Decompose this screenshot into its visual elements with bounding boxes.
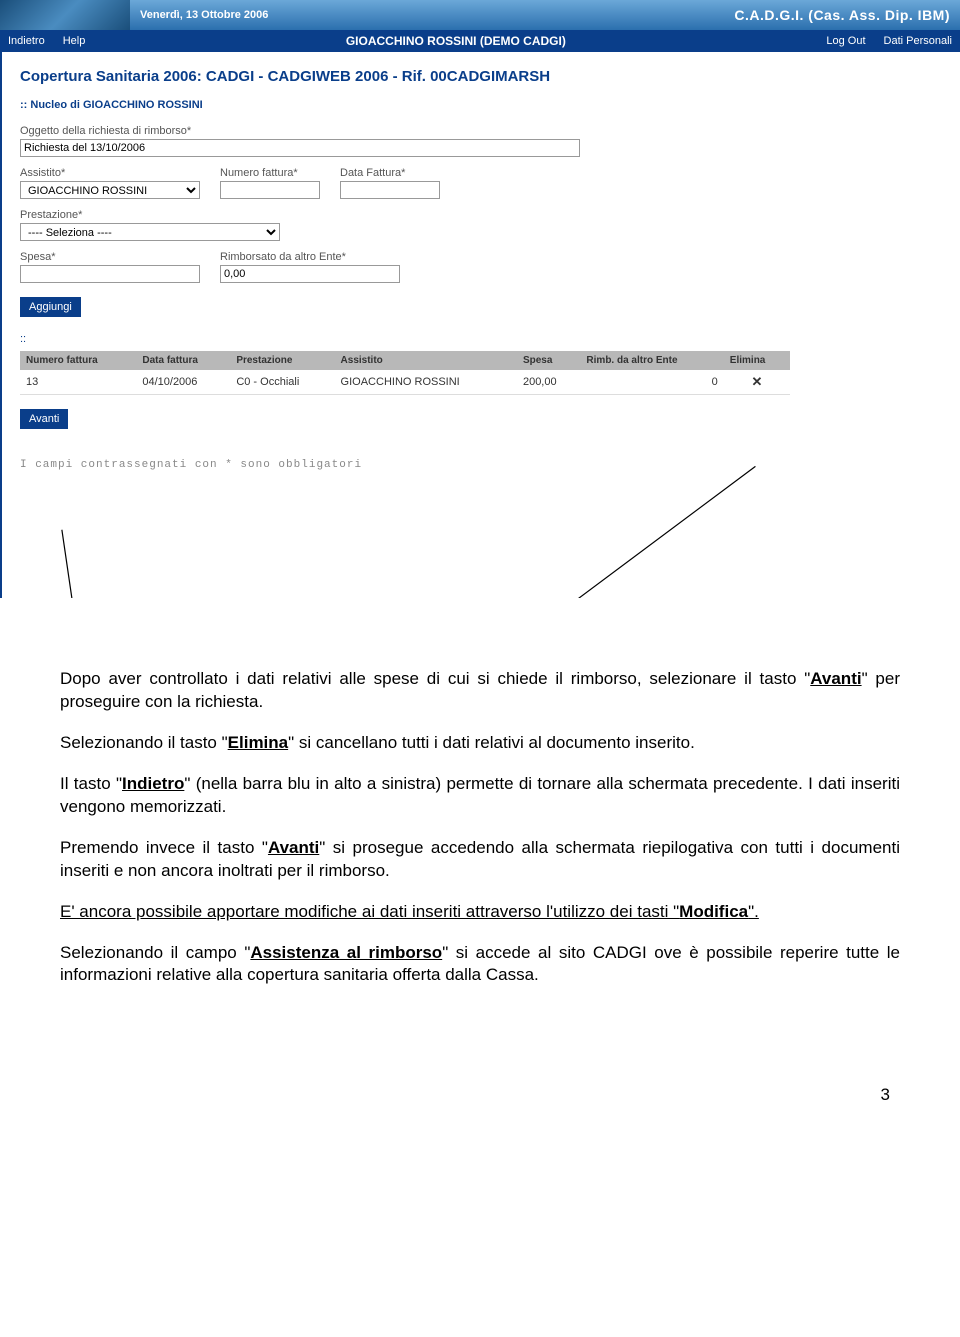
table-header-row: Numero fattura Data fattura Prestazione … <box>20 351 790 370</box>
cell-ass: GIOACCHINO ROSSINI <box>335 370 517 395</box>
datafatt-label: Data Fattura* <box>340 167 440 179</box>
nav-logout[interactable]: Log Out <box>826 35 865 47</box>
datafatt-input[interactable] <box>340 181 440 199</box>
section-marker: :: <box>20 333 942 345</box>
prestazione-select[interactable]: ---- Seleziona ---- <box>20 223 280 241</box>
para-4: Premendo invece il tasto "Avanti" si pro… <box>60 837 900 883</box>
banner-date: Venerdì, 13 Ottobre 2006 <box>140 9 268 21</box>
prestazione-label: Prestazione* <box>20 209 942 221</box>
th-datafatt: Data fattura <box>136 351 230 370</box>
page-title: Copertura Sanitaria 2006: CADGI - CADGIW… <box>20 68 942 85</box>
para-5: E' ancora possibile apportare modifiche … <box>60 901 900 924</box>
numfatt-input[interactable] <box>220 181 320 199</box>
cell-prest: C0 - Occhiali <box>230 370 334 395</box>
banner: Venerdì, 13 Ottobre 2006 C.A.D.G.I. (Cas… <box>0 0 960 30</box>
nav-help[interactable]: Help <box>63 35 86 47</box>
th-rimb: Rimb. da altro Ente <box>580 351 723 370</box>
th-numfatt: Numero fattura <box>20 351 136 370</box>
oggetto-input[interactable] <box>20 139 580 157</box>
spesa-label: Spesa* <box>20 251 200 263</box>
cell-num: 13 <box>20 370 136 395</box>
rimb-input[interactable] <box>220 265 400 283</box>
para-2: Selezionando il tasto "Elimina" si cance… <box>60 732 900 755</box>
numfatt-label: Numero fattura* <box>220 167 320 179</box>
nucleo-label: Nucleo di GIOACCHINO ROSSINI <box>20 99 942 111</box>
required-footnote: I campi contrassegnati con * sono obblig… <box>20 459 942 471</box>
instruction-text: Dopo aver controllato i dati relativi al… <box>0 618 960 1045</box>
th-elimina: Elimina <box>724 351 790 370</box>
para-6: Selezionando il campo "Assistenza al rim… <box>60 942 900 988</box>
page-number: 3 <box>0 1045 960 1125</box>
table-row: 13 04/10/2006 C0 - Occhiali GIOACCHINO R… <box>20 370 790 395</box>
banner-title: C.A.D.G.I. (Cas. Ass. Dip. IBM) <box>734 7 950 23</box>
para-3: Il tasto "Indietro" (nella barra blu in … <box>60 773 900 819</box>
assistito-label: Assistito* <box>20 167 200 179</box>
cell-rimb: 0 <box>580 370 723 395</box>
rimb-label: Rimborsato da altro Ente* <box>220 251 400 263</box>
delete-icon[interactable]: ✕ <box>724 370 790 395</box>
cell-data: 04/10/2006 <box>136 370 230 395</box>
assistito-select[interactable]: GIOACCHINO ROSSINI <box>20 181 200 199</box>
spesa-input[interactable] <box>20 265 200 283</box>
oggetto-label: Oggetto della richiesta di rimborso* <box>20 125 942 137</box>
nav-personal[interactable]: Dati Personali <box>884 35 952 47</box>
th-ass: Assistito <box>335 351 517 370</box>
para-1: Dopo aver controllato i dati relativi al… <box>60 668 900 714</box>
app-screenshot: Venerdì, 13 Ottobre 2006 C.A.D.G.I. (Cas… <box>0 0 960 598</box>
aggiungi-button[interactable]: Aggiungi <box>20 297 81 317</box>
page-body: Copertura Sanitaria 2006: CADGI - CADGIW… <box>0 52 960 598</box>
avanti-button[interactable]: Avanti <box>20 409 68 429</box>
cell-spesa: 200,00 <box>517 370 580 395</box>
nav-user: GIOACCHINO ROSSINI (DEMO CADGI) <box>346 34 566 48</box>
th-spesa: Spesa <box>517 351 580 370</box>
th-prest: Prestazione <box>230 351 334 370</box>
navbar: Indietro Help GIOACCHINO ROSSINI (DEMO C… <box>0 30 960 52</box>
expenses-table: Numero fattura Data fattura Prestazione … <box>20 351 790 395</box>
nav-back[interactable]: Indietro <box>8 35 45 47</box>
